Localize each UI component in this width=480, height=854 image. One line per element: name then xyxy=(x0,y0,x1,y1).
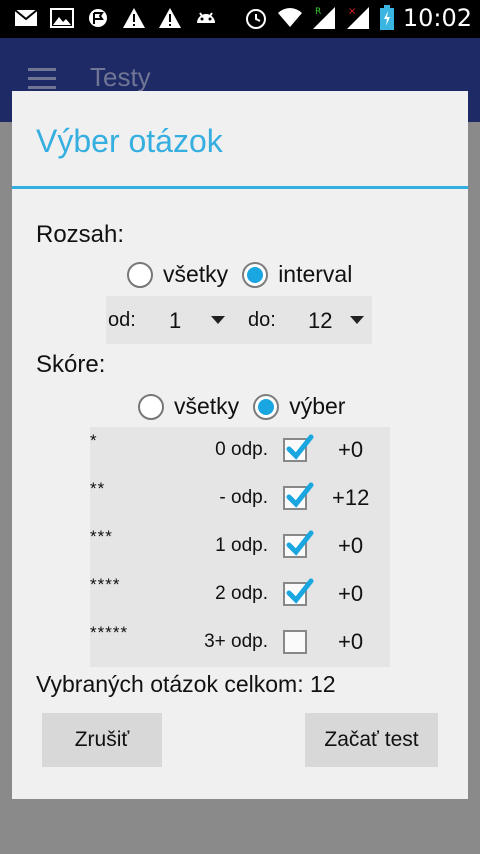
score-filter-list: * 0 odp. +0 ** - odp. +12 *** 1 odp. +0 … xyxy=(90,427,390,667)
question-count: +0 xyxy=(338,629,364,654)
question-count: +0 xyxy=(338,533,364,558)
score-checkbox[interactable] xyxy=(283,482,314,510)
radio-score-select-label[interactable]: výber xyxy=(289,393,345,420)
question-count: +12 xyxy=(332,485,370,510)
answers-label: 0 odp. xyxy=(215,439,268,460)
star-rating: *** xyxy=(90,527,113,546)
radio-range-interval[interactable] xyxy=(242,261,269,288)
radio-range-all-label[interactable]: všetky xyxy=(163,261,228,288)
score-row: * 0 odp. +0 xyxy=(90,427,390,475)
score-row: ** - odp. +12 xyxy=(90,475,390,523)
checkmark-icon xyxy=(286,578,314,604)
image-icon xyxy=(50,7,74,29)
score-checkbox[interactable] xyxy=(283,434,314,462)
radio-score-all-label[interactable]: všetky xyxy=(174,393,239,420)
system-icons: R × 10:02 xyxy=(243,4,472,32)
battery-icon xyxy=(379,5,394,30)
signal-icon: R xyxy=(312,7,335,29)
hamburger-menu-icon[interactable] xyxy=(28,68,56,90)
to-dropdown[interactable]: 12 xyxy=(302,296,372,344)
radio-score-all[interactable] xyxy=(138,393,164,420)
cancel-button[interactable]: Zrušiť xyxy=(42,713,162,767)
notification-icons xyxy=(14,7,218,29)
signal-icon: × xyxy=(346,6,369,29)
answers-label: - odp. xyxy=(219,487,268,508)
score-checkbox[interactable] xyxy=(283,530,314,558)
from-value: 1 xyxy=(169,308,182,333)
score-row: **** 2 odp. +0 xyxy=(90,571,390,619)
android-icon xyxy=(194,7,218,29)
flag-icon xyxy=(86,7,110,29)
app-title: Testy xyxy=(90,62,151,92)
checkmark-icon xyxy=(286,482,314,508)
chevron-down-icon xyxy=(350,316,364,324)
question-count: +0 xyxy=(338,437,364,462)
to-label: do: xyxy=(248,309,276,331)
svg-text:×: × xyxy=(348,6,356,17)
answers-label: 1 odp. xyxy=(215,535,268,556)
interval-selector: od: 1 do: 12 xyxy=(106,296,372,344)
background-overlay[interactable] xyxy=(0,799,480,854)
alarm-icon xyxy=(245,9,266,29)
question-count: +0 xyxy=(338,581,364,606)
score-checkbox[interactable] xyxy=(283,630,307,654)
question-selection-dialog: Výber otázok Rozsah: všetky interval od:… xyxy=(12,91,468,799)
answers-label: 3+ odp. xyxy=(204,631,268,652)
warning-icon xyxy=(122,7,146,29)
score-row: ***** 3+ odp. +0 xyxy=(90,619,390,667)
selected-total: Vybraných otázok celkom: 12 xyxy=(36,671,336,697)
star-rating: **** xyxy=(90,575,121,594)
status-bar: R × 10:02 xyxy=(0,0,480,38)
mail-icon xyxy=(14,7,38,29)
to-value: 12 xyxy=(308,308,333,333)
star-rating: * xyxy=(90,431,98,450)
checkmark-icon xyxy=(286,530,314,556)
checkmark-icon xyxy=(286,434,314,460)
score-row: *** 1 odp. +0 xyxy=(90,523,390,571)
answers-label: 2 odp. xyxy=(215,583,268,604)
radio-score-select[interactable] xyxy=(253,393,280,420)
range-radio-group: všetky interval xyxy=(127,261,366,288)
star-rating: ** xyxy=(90,479,106,498)
radio-range-all[interactable] xyxy=(127,261,153,288)
wifi-icon xyxy=(277,8,302,27)
range-label: Rozsah: xyxy=(36,221,125,248)
score-checkbox[interactable] xyxy=(283,578,314,606)
dialog-title: Výber otázok xyxy=(36,123,223,159)
title-divider xyxy=(12,186,468,189)
clock: 10:02 xyxy=(402,4,472,32)
radio-range-interval-label[interactable]: interval xyxy=(278,261,352,288)
score-radio-group: všetky výber xyxy=(138,393,359,420)
warning-icon xyxy=(158,7,182,29)
from-dropdown[interactable]: 1 xyxy=(161,296,231,344)
start-test-button[interactable]: Začať test xyxy=(305,713,438,767)
score-label: Skóre: xyxy=(36,351,106,378)
star-rating: ***** xyxy=(90,623,129,642)
chevron-down-icon xyxy=(211,316,225,324)
svg-text:R: R xyxy=(315,7,321,17)
from-label: od: xyxy=(108,309,136,331)
